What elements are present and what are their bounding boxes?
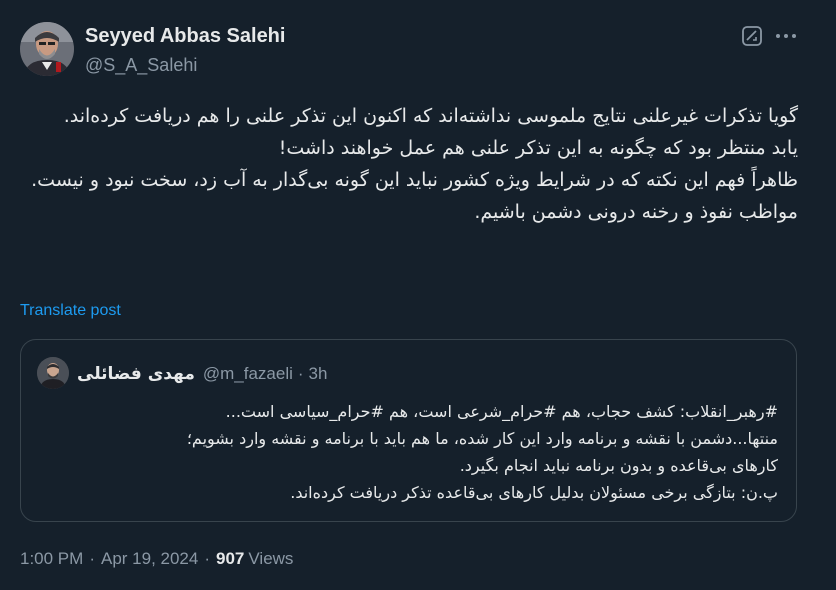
views-label: Views [248,549,294,568]
quote-author-name[interactable]: مهدی فضائلی [77,364,195,384]
author-avatar-image [20,22,74,76]
meta-separator: · [89,549,95,568]
meta-separator: · [204,549,211,568]
more-horizontal-icon[interactable] [774,25,798,47]
translate-post-link[interactable]: Translate post [20,301,121,321]
quote-line: کارهای بی‌قاعده و بدون برنامه نباید انجا… [459,456,778,475]
post-meta: 1:00 PM · Apr 19, 2024 · 907 Views [20,548,293,570]
author-block: Seyyed Abbas Salehi @S_A_Salehi [85,24,285,76]
quote-line: منتها...دشمن با نقشه و برنامه وارد این ک… [186,429,778,448]
quote-text: #رهبر_انقلاب: کشف حجاب، هم #حرام_شرعی اس… [38,398,778,506]
post-text: گویا تذکرات غیرعلنی نتایج ملموسی نداشته‌… [18,100,798,228]
quote-timestamp[interactable]: 3h [309,364,328,384]
author-avatar[interactable] [20,22,74,76]
post-line: مواظب نفوذ و رخنه درونی دشمن باشیم. [474,201,798,223]
post-line: گویا تذکرات غیرعلنی نتایج ملموسی نداشته‌… [63,105,798,127]
quote-line: #رهبر_انقلاب: کشف حجاب، هم #حرام_شرعی اس… [225,402,778,421]
quote-author-avatar[interactable] [37,357,69,389]
post-time[interactable]: 1:00 PM [20,548,83,570]
views-count: 907 [216,549,245,568]
quote-separator: · [297,364,304,383]
author-handle[interactable]: @S_A_Salehi [85,54,285,76]
quote-line: پ.ن: بتازگی برخی مسئولان بدلیل کارهای بی… [290,483,778,502]
tweet: Seyyed Abbas Salehi @S_A_Salehi گویا تذک… [0,0,836,590]
author-name[interactable]: Seyyed Abbas Salehi [85,24,285,48]
post-line: یابد منتظر بود که چگونه به این تذکر علنی… [278,137,798,159]
quote-author-avatar-image [37,357,69,389]
post-line: ظاهراً فهم این نکته که در شرایط ویژه کشو… [31,169,798,191]
grok-icon[interactable] [741,25,763,47]
quote-author-handle[interactable]: @m_fazaeli [203,364,293,384]
post-date[interactable]: Apr 19, 2024 [101,548,198,570]
quote-header: مهدی فضائلی @m_fazaeli · 3h [77,362,327,386]
quoted-post[interactable]: مهدی فضائلی @m_fazaeli · 3h #رهبر_انقلاب… [20,339,797,522]
